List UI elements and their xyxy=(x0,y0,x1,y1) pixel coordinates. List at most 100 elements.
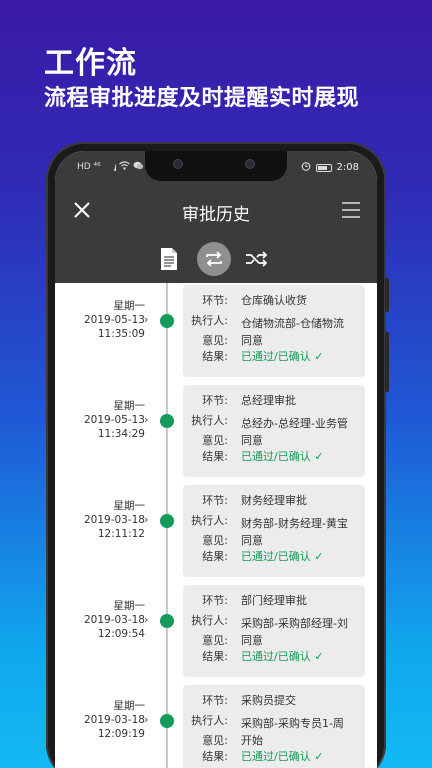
opinion-label: 意见: xyxy=(202,334,228,347)
executor-value: 仓储物流部-仓储物流 xyxy=(241,317,344,330)
opinion-label: 意见: xyxy=(202,434,228,447)
approval-card[interactable]: 环节: 采购员提交 执行人: 采购部-采购专员1-周 意见: 开始 结果: 已通过/已确… xyxy=(183,685,365,768)
executor-value: 财务部-财务经理-黄宝 xyxy=(241,517,348,530)
entry-weekday: 星期一 xyxy=(113,600,146,612)
app-screen: HD ⁴⁶ 2:08 审批历史 星期一 2019-05-13 11:35:09 … xyxy=(55,151,377,768)
step-label: 环节: xyxy=(202,294,228,307)
sensor-icon xyxy=(245,159,255,169)
result-label: 结果: xyxy=(202,450,228,463)
opinion-value: 同意 xyxy=(241,534,263,547)
step-label: 环节: xyxy=(202,594,228,607)
approval-history-list: 星期一 2019-05-13 11:35:09 › 环节: 仓库确认收货 执行人:… xyxy=(55,283,377,768)
opinion-label: 意见: xyxy=(202,534,228,547)
entry-time: 11:34:29 xyxy=(97,428,145,440)
volume-button xyxy=(385,278,389,312)
signal-label: HD ⁴⁶ xyxy=(77,162,101,172)
result-value: 已通过/已确认 ✓ xyxy=(241,650,324,663)
entry-time: 11:35:09 xyxy=(97,328,145,340)
executor-value: 总经办-总经理-业务管 xyxy=(241,417,348,430)
status-dot-icon xyxy=(160,314,174,328)
status-dot-icon xyxy=(160,414,174,428)
step-value: 采购员提交 xyxy=(241,694,296,707)
step-label: 环节: xyxy=(202,394,228,407)
entry-time: 12:09:19 xyxy=(97,728,145,740)
signal-icon xyxy=(104,163,116,171)
list-item[interactable]: 星期一 2019-05-13 11:35:09 › 环节: 仓库确认收货 执行人:… xyxy=(55,283,377,383)
repeat-icon[interactable] xyxy=(197,242,231,276)
view-toolbar xyxy=(55,235,377,283)
shuffle-icon[interactable] xyxy=(241,243,273,275)
entry-date: 2019-03-18 xyxy=(83,614,145,626)
opinion-value: 同意 xyxy=(241,634,263,647)
executor-label: 执行人: xyxy=(191,714,228,727)
clock: 2:08 xyxy=(336,162,359,173)
entry-datetime: 星期一 2019-05-13 11:35:09 xyxy=(55,299,145,341)
promo-title: 工作流 xyxy=(44,46,137,81)
approval-card[interactable]: 环节: 财务经理审批 执行人: 财务部-财务经理-黄宝 意见: 同意 结果: 已通过/已… xyxy=(183,485,365,577)
wifi-icon xyxy=(118,161,130,173)
executor-value: 采购部-采购专员1-周 xyxy=(241,717,344,730)
result-label: 结果: xyxy=(202,550,228,563)
approval-card[interactable]: 环节: 总经理审批 执行人: 总经办-总经理-业务管 意见: 同意 结果: 已通过/已确… xyxy=(183,385,365,477)
alarm-icon xyxy=(301,161,311,174)
opinion-label: 意见: xyxy=(202,634,228,647)
result-value: 已通过/已确认 ✓ xyxy=(241,350,324,363)
result-label: 结果: xyxy=(202,750,228,763)
list-item[interactable]: 星期一 2019-03-18 12:11:12 › 环节: 财务经理审批 执行人:… xyxy=(55,483,377,583)
opinion-value: 同意 xyxy=(241,334,263,347)
page-title: 审批历史 xyxy=(182,205,250,225)
step-label: 环节: xyxy=(202,494,228,507)
entry-datetime: 星期一 2019-05-13 11:34:29 xyxy=(55,399,145,441)
entry-weekday: 星期一 xyxy=(113,500,146,512)
result-label: 结果: xyxy=(202,350,228,363)
step-label: 环节: xyxy=(202,694,228,707)
list-item[interactable]: 星期一 2019-03-18 12:09:54 › 环节: 部门经理审批 执行人:… xyxy=(55,583,377,683)
status-right: 2:08 xyxy=(301,161,359,174)
entry-weekday: 星期一 xyxy=(113,400,146,412)
executor-label: 执行人: xyxy=(191,614,228,627)
promo-subtitle: 流程审批进度及时提醒实时展现 xyxy=(44,86,360,111)
entry-date: 2019-05-13 xyxy=(83,314,145,326)
status-dot-icon xyxy=(160,614,174,628)
front-camera-icon xyxy=(173,159,183,169)
status-left: HD ⁴⁶ xyxy=(77,161,144,173)
executor-label: 执行人: xyxy=(191,414,228,427)
status-dot-icon xyxy=(160,714,174,728)
result-value: 已通过/已确认 ✓ xyxy=(241,450,324,463)
chevron-right-icon: › xyxy=(144,413,149,426)
chevron-right-icon: › xyxy=(144,613,149,626)
result-value: 已通过/已确认 ✓ xyxy=(241,550,324,563)
approval-card[interactable]: 环节: 仓库确认收货 执行人: 仓储物流部-仓储物流 意见: 同意 结果: 已通过/已确… xyxy=(183,285,365,377)
entry-time: 12:09:54 xyxy=(97,628,145,640)
status-dot-icon xyxy=(160,514,174,528)
executor-label: 执行人: xyxy=(191,514,228,527)
opinion-value: 同意 xyxy=(241,434,263,447)
document-icon[interactable] xyxy=(153,243,185,275)
chevron-right-icon: › xyxy=(144,713,149,726)
status-bar: HD ⁴⁶ 2:08 xyxy=(55,151,377,187)
list-item[interactable]: 星期一 2019-03-18 12:09:19 › 环节: 采购员提交 执行人: 采… xyxy=(55,683,377,768)
phone-frame: HD ⁴⁶ 2:08 审批历史 星期一 2019-05-13 11:35:09 … xyxy=(46,142,389,768)
wechat-icon xyxy=(133,161,144,173)
executor-value: 采购部-采购部经理-刘 xyxy=(241,617,348,630)
chevron-right-icon: › xyxy=(144,513,149,526)
opinion-label: 意见: xyxy=(202,734,228,747)
entry-datetime: 星期一 2019-03-18 12:09:19 xyxy=(55,699,145,741)
list-item[interactable]: 星期一 2019-05-13 11:34:29 › 环节: 总经理审批 执行人: 总… xyxy=(55,383,377,483)
approval-card[interactable]: 环节: 部门经理审批 执行人: 采购部-采购部经理-刘 意见: 同意 结果: 已通过/已… xyxy=(183,585,365,677)
entry-weekday: 星期一 xyxy=(113,300,146,312)
step-value: 财务经理审批 xyxy=(241,494,307,507)
menu-icon[interactable] xyxy=(341,201,361,219)
entry-date: 2019-03-18 xyxy=(83,714,145,726)
battery-icon xyxy=(315,163,332,172)
opinion-value: 开始 xyxy=(241,734,263,747)
step-value: 总经理审批 xyxy=(241,394,296,407)
result-label: 结果: xyxy=(202,650,228,663)
entry-date: 2019-05-13 xyxy=(83,414,145,426)
nav-bar: 审批历史 xyxy=(55,187,377,235)
result-value: 已通过/已确认 ✓ xyxy=(241,750,324,763)
step-value: 部门经理审批 xyxy=(241,594,307,607)
entry-weekday: 星期一 xyxy=(113,700,146,712)
entry-date: 2019-03-18 xyxy=(83,514,145,526)
camera-notch xyxy=(145,151,287,181)
